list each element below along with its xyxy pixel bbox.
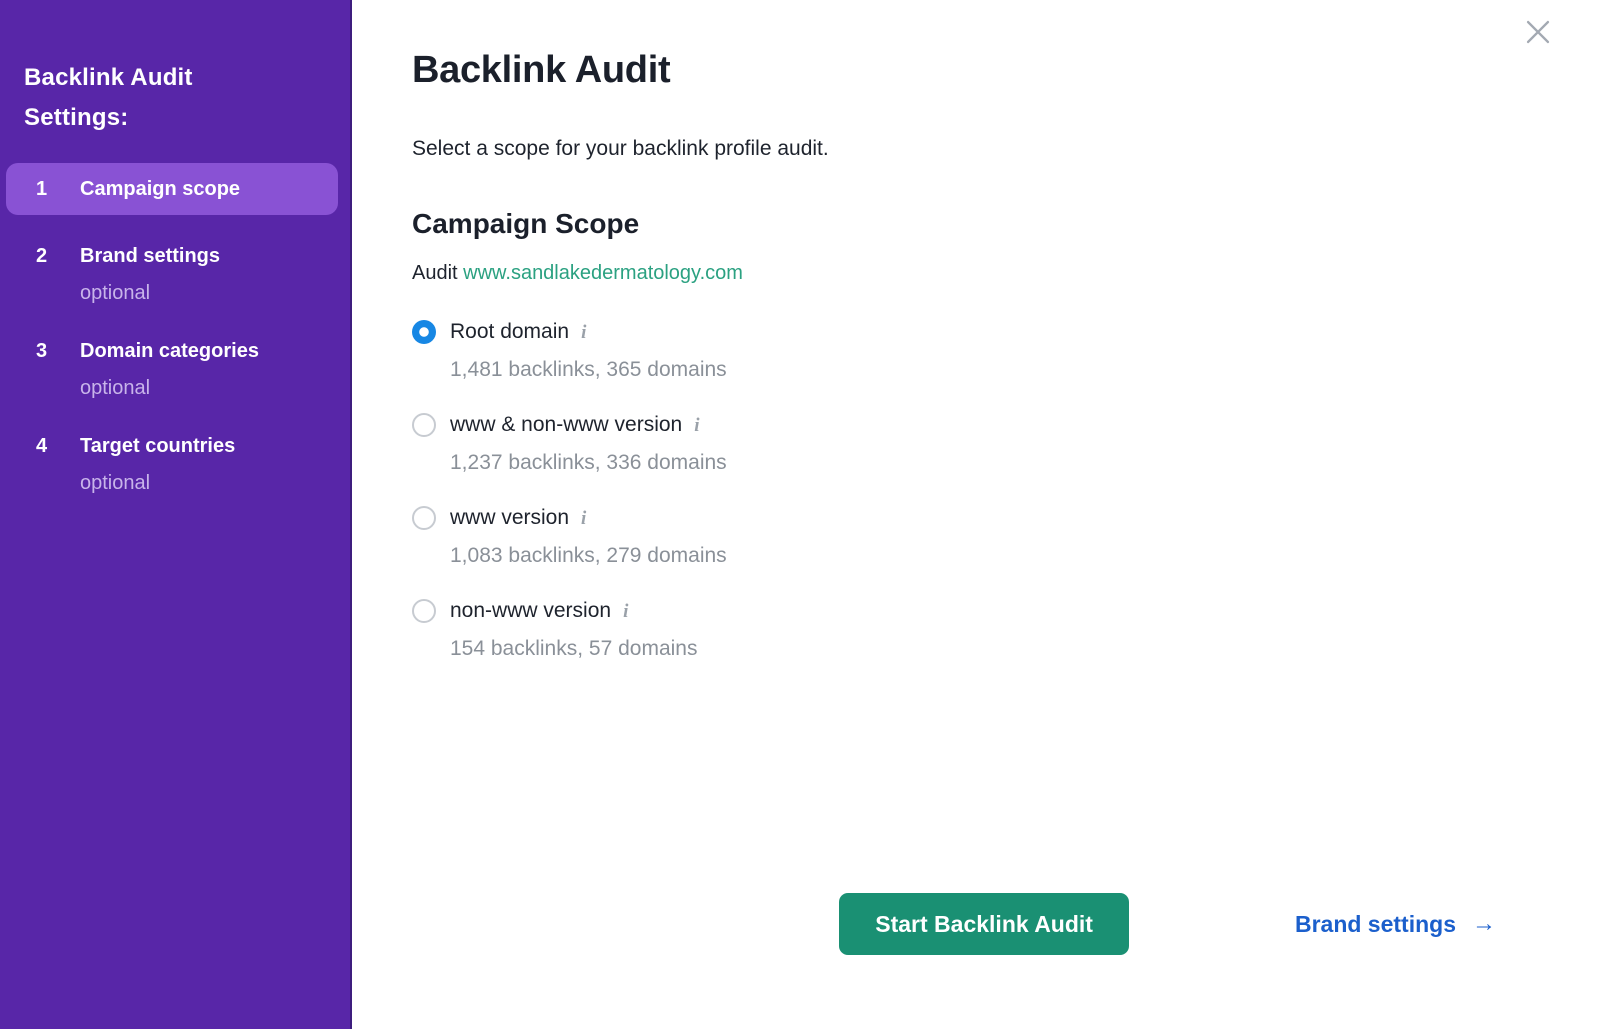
step-number: 3 bbox=[36, 338, 80, 364]
sidebar-title-line1: Backlink Audit bbox=[24, 58, 338, 98]
scope-option-root-domain: Root domain i 1,481 backlinks, 365 domai… bbox=[412, 318, 1600, 382]
steps-nav: 1 Campaign scope 2 Brand settings option… bbox=[6, 163, 338, 496]
option-label[interactable]: Root domain bbox=[450, 318, 569, 345]
step-number: 4 bbox=[36, 433, 80, 459]
page-title: Backlink Audit bbox=[412, 48, 1600, 92]
info-icon[interactable]: i bbox=[694, 415, 699, 437]
next-link-label: Brand settings bbox=[1295, 911, 1456, 938]
info-icon[interactable]: i bbox=[581, 322, 586, 344]
option-label[interactable]: www version bbox=[450, 504, 569, 531]
scope-options-group: Root domain i 1,481 backlinks, 365 domai… bbox=[412, 318, 1600, 661]
info-icon[interactable]: i bbox=[623, 601, 628, 623]
scope-option-non-www-version: non-www version i 154 backlinks, 57 doma… bbox=[412, 597, 1600, 661]
start-backlink-audit-button[interactable]: Start Backlink Audit bbox=[839, 893, 1129, 955]
sidebar-title: Backlink Audit Settings: bbox=[6, 58, 338, 138]
step-label: Domain categories bbox=[80, 338, 259, 364]
option-label[interactable]: non-www version bbox=[450, 597, 611, 624]
step-number: 2 bbox=[36, 243, 80, 269]
audit-target-line: Audit www.sandlakedermatology.com bbox=[412, 262, 1600, 285]
sidebar-item-target-countries[interactable]: 4 Target countries optional bbox=[6, 433, 338, 496]
step-optional-tag: optional bbox=[80, 375, 259, 401]
step-label: Target countries bbox=[80, 433, 235, 459]
section-heading-campaign-scope: Campaign Scope bbox=[412, 207, 1600, 241]
step-optional-tag: optional bbox=[80, 470, 235, 496]
brand-settings-next-link[interactable]: Brand settings → bbox=[1295, 910, 1496, 938]
sidebar-item-domain-categories[interactable]: 3 Domain categories optional bbox=[6, 338, 338, 401]
option-label[interactable]: www & non-www version bbox=[450, 411, 682, 438]
step-number: 1 bbox=[36, 176, 80, 202]
radio-non-www-version[interactable] bbox=[412, 599, 436, 623]
arrow-right-icon: → bbox=[1472, 910, 1496, 938]
scope-option-www-and-non-www: www & non-www version i 1,237 backlinks,… bbox=[412, 411, 1600, 475]
modal-footer: Start Backlink Audit Brand settings → bbox=[354, 893, 1600, 955]
option-stats: 154 backlinks, 57 domains bbox=[450, 636, 697, 661]
option-stats: 1,237 backlinks, 336 domains bbox=[450, 450, 727, 475]
radio-www-version[interactable] bbox=[412, 506, 436, 530]
radio-root-domain[interactable] bbox=[412, 320, 436, 344]
main-panel: Backlink Audit Select a scope for your b… bbox=[354, 0, 1600, 1029]
radio-www-and-non-www[interactable] bbox=[412, 413, 436, 437]
scope-option-www-version: www version i 1,083 backlinks, 279 domai… bbox=[412, 504, 1600, 568]
audit-domain-link[interactable]: www.sandlakedermatology.com bbox=[463, 262, 743, 284]
settings-sidebar: Backlink Audit Settings: 1 Campaign scop… bbox=[0, 0, 352, 1029]
info-icon[interactable]: i bbox=[581, 508, 586, 530]
close-button[interactable] bbox=[1518, 12, 1558, 52]
option-stats: 1,481 backlinks, 365 domains bbox=[450, 357, 727, 382]
step-optional-tag: optional bbox=[80, 280, 220, 306]
option-stats: 1,083 backlinks, 279 domains bbox=[450, 543, 727, 568]
sidebar-title-line2: Settings: bbox=[24, 98, 338, 138]
sidebar-item-brand-settings[interactable]: 2 Brand settings optional bbox=[6, 243, 338, 306]
step-label: Brand settings bbox=[80, 243, 220, 269]
audit-prefix: Audit bbox=[412, 262, 458, 284]
close-icon bbox=[1521, 15, 1555, 49]
page-subtitle: Select a scope for your backlink profile… bbox=[412, 136, 1600, 162]
step-label: Campaign scope bbox=[80, 176, 240, 202]
sidebar-item-campaign-scope[interactable]: 1 Campaign scope bbox=[6, 163, 338, 215]
